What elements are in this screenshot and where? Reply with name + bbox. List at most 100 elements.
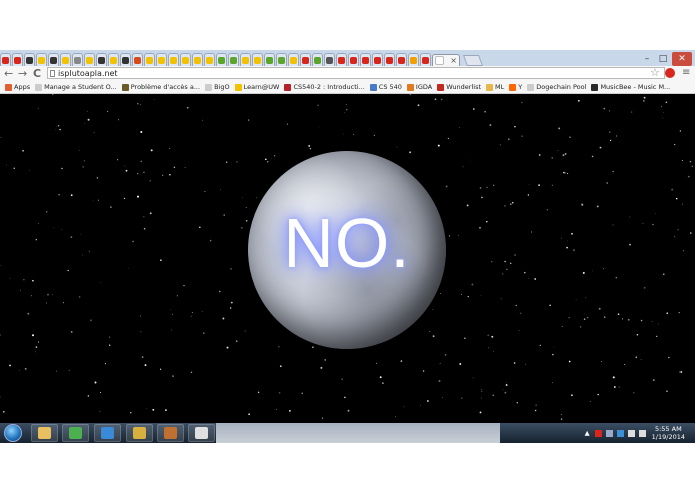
- browser-tab[interactable]: [300, 53, 311, 66]
- browser-tab[interactable]: [84, 53, 95, 66]
- taskbar-app-button[interactable]: [126, 424, 153, 442]
- maximize-button[interactable]: □: [656, 52, 670, 66]
- flag-icon[interactable]: [594, 429, 602, 437]
- browser-tab[interactable]: [0, 53, 11, 66]
- star: [137, 103, 139, 105]
- clock[interactable]: 5:55 AM 1/19/2014: [652, 425, 685, 441]
- taskbar-app-button[interactable]: [157, 424, 184, 442]
- browser-tab[interactable]: [24, 53, 35, 66]
- browser-tab[interactable]: [348, 53, 359, 66]
- browser-tab[interactable]: [408, 53, 419, 66]
- minimize-button[interactable]: –: [640, 52, 654, 66]
- star: [563, 171, 565, 174]
- star: [9, 364, 11, 367]
- bookmark-item[interactable]: Y: [509, 83, 522, 91]
- browser-tab[interactable]: [276, 53, 287, 66]
- browser-tab[interactable]: [384, 53, 395, 66]
- active-tab[interactable]: ×: [432, 54, 460, 66]
- star: [609, 139, 612, 142]
- bookmark-label: CS 540: [378, 83, 402, 91]
- image-icon: [121, 83, 129, 91]
- browser-tab[interactable]: [420, 53, 431, 66]
- star: [400, 360, 403, 362]
- bookmark-item[interactable]: Learn@UW: [234, 83, 279, 91]
- star: [70, 236, 73, 238]
- back-button[interactable]: ←: [4, 67, 13, 80]
- taskbar-app-button[interactable]: [62, 424, 89, 442]
- browser-tab[interactable]: [216, 53, 227, 66]
- browser-tab[interactable]: [324, 53, 335, 66]
- browser-tab[interactable]: [168, 53, 179, 66]
- browser-tab[interactable]: [372, 53, 383, 66]
- browser-tab[interactable]: [132, 53, 143, 66]
- taskbar-app-button[interactable]: [31, 424, 58, 442]
- browser-tab[interactable]: [72, 53, 83, 66]
- star: [524, 271, 526, 274]
- close-tab-icon[interactable]: ×: [450, 56, 457, 65]
- browser-tab[interactable]: [336, 53, 347, 66]
- browser-tab[interactable]: [252, 53, 263, 66]
- browser-tab[interactable]: [60, 53, 71, 66]
- browser-tab[interactable]: [120, 53, 131, 66]
- browser-tab[interactable]: [180, 53, 191, 66]
- bookmark-item[interactable]: BigO: [205, 83, 230, 91]
- browser-tab[interactable]: [264, 53, 275, 66]
- star: [538, 154, 541, 156]
- tab-favicon-icon: [410, 56, 417, 64]
- bookmark-item[interactable]: Problème d'accès a...: [121, 83, 200, 91]
- browser-tab[interactable]: [96, 53, 107, 66]
- browser-tab[interactable]: [108, 53, 119, 66]
- adblock-icon[interactable]: [665, 68, 675, 78]
- taskbar-app-button[interactable]: [94, 424, 121, 442]
- browser-tab[interactable]: [228, 53, 239, 66]
- star: [581, 203, 584, 206]
- bookmark-item[interactable]: IGDA: [406, 83, 432, 91]
- bookmark-item[interactable]: Dogechain Pool: [527, 83, 586, 91]
- star: [162, 174, 164, 176]
- browser-tab[interactable]: [312, 53, 323, 66]
- dropbox-icon[interactable]: [616, 429, 624, 437]
- bookmark-item[interactable]: CS 540: [369, 83, 402, 91]
- browser-tab[interactable]: [396, 53, 407, 66]
- browser-tab[interactable]: [204, 53, 215, 66]
- browser-tab[interactable]: [192, 53, 203, 66]
- start-button[interactable]: [4, 424, 22, 442]
- bookmark-item[interactable]: ML: [486, 83, 504, 91]
- show-hidden-icons-icon[interactable]: ▲: [585, 429, 590, 437]
- bookmark-item[interactable]: Apps: [5, 83, 30, 91]
- bookmark-item[interactable]: Wunderlist: [437, 83, 481, 91]
- browser-tab[interactable]: [288, 53, 299, 66]
- star: [527, 194, 530, 196]
- taskbar-app-button[interactable]: [188, 424, 215, 442]
- star: [597, 393, 599, 396]
- browser-tab[interactable]: [36, 53, 47, 66]
- star: [19, 370, 21, 371]
- bookmark-item[interactable]: Manage a Student O...: [35, 83, 117, 91]
- new-tab-button[interactable]: [462, 55, 484, 66]
- reload-button[interactable]: C: [33, 67, 41, 80]
- browser-tab[interactable]: [48, 53, 59, 66]
- forward-button[interactable]: →: [18, 67, 27, 80]
- address-bar[interactable]: isplutoapla.net: [47, 67, 665, 79]
- browser-tab[interactable]: [360, 53, 371, 66]
- browser-tab[interactable]: [156, 53, 167, 66]
- star: [438, 380, 441, 382]
- bookmark-item[interactable]: MusicBee - Music M...: [591, 83, 670, 91]
- menu-icon[interactable]: ≡: [682, 67, 690, 78]
- star: [481, 390, 483, 392]
- bookmark-star-icon[interactable]: ☆: [650, 66, 660, 79]
- network-icon[interactable]: [605, 429, 613, 437]
- browser-tab[interactable]: [240, 53, 251, 66]
- tab-favicon-icon: [14, 56, 21, 64]
- bookmark-item[interactable]: CS540-2 : Introducti...: [284, 83, 365, 91]
- star: [96, 177, 99, 179]
- close-window-button[interactable]: ✕: [672, 52, 692, 66]
- browser-tab[interactable]: [144, 53, 155, 66]
- star: [444, 353, 447, 356]
- star: [52, 94, 54, 96]
- star: [579, 326, 582, 328]
- volume-icon[interactable]: [638, 429, 646, 437]
- star: [561, 325, 563, 327]
- browser-tab[interactable]: [12, 53, 23, 66]
- signal-icon[interactable]: [627, 429, 635, 437]
